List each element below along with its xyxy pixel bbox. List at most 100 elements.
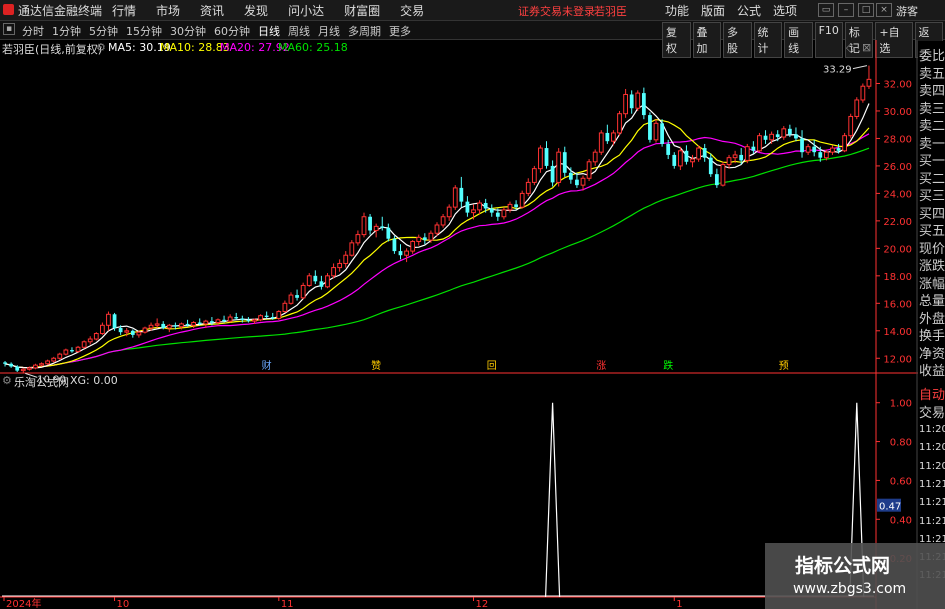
candle-body bbox=[306, 275, 312, 286]
current-value-label: 0.47 bbox=[879, 502, 901, 513]
y-tick-label: 26.00 bbox=[883, 162, 912, 173]
chart-canvas[interactable]: 12.00 14.00 16.00 18.00 20.00 22.00 24.00 26.00… bbox=[0, 0, 945, 609]
xg-signal-spike bbox=[544, 402, 561, 598]
quote-label: 买五 bbox=[919, 224, 945, 239]
candle-body bbox=[148, 324, 154, 329]
y-tick-label: 32.00 bbox=[883, 79, 912, 90]
candle-body bbox=[471, 209, 476, 214]
trade-time: 11:21 bbox=[919, 478, 945, 490]
candle-body bbox=[598, 132, 604, 153]
x-tick-label: 1 bbox=[676, 599, 682, 609]
candle-body bbox=[805, 146, 811, 153]
indicator-y-tick-label: 1.00 bbox=[890, 399, 912, 410]
quote-label: 涨幅 bbox=[919, 276, 945, 292]
candle-body bbox=[154, 323, 160, 326]
candle-body bbox=[465, 201, 470, 213]
quote-label: 卖三 bbox=[919, 101, 945, 117]
candle-body bbox=[51, 357, 57, 362]
candle-body bbox=[63, 349, 69, 355]
candle-body bbox=[130, 330, 135, 335]
candle-body bbox=[648, 115, 652, 140]
candle-body bbox=[666, 143, 671, 155]
candle-body bbox=[714, 174, 719, 186]
candle-body bbox=[161, 323, 166, 329]
candle-body bbox=[118, 328, 123, 333]
candle-body bbox=[81, 341, 87, 348]
candle-body bbox=[331, 267, 336, 277]
candle-body bbox=[854, 99, 860, 117]
candle-body bbox=[422, 237, 427, 241]
candle-body bbox=[635, 92, 641, 109]
candle-body bbox=[410, 240, 416, 252]
candle-body bbox=[830, 147, 835, 153]
candle-body bbox=[684, 150, 689, 162]
candle-body bbox=[823, 151, 829, 159]
y-tick-label: 20.00 bbox=[883, 244, 912, 255]
candle-body bbox=[677, 150, 683, 167]
candle-body bbox=[185, 323, 190, 326]
trade-time: 11:20 bbox=[919, 460, 945, 472]
candle-body bbox=[629, 94, 634, 109]
candle-body bbox=[398, 251, 403, 256]
candle-body bbox=[349, 242, 355, 256]
candle-body bbox=[769, 133, 775, 141]
candle-body bbox=[568, 172, 573, 180]
candle-body bbox=[124, 330, 130, 333]
candle-body bbox=[812, 146, 817, 153]
candle-body bbox=[489, 208, 494, 213]
candle-body bbox=[87, 338, 93, 343]
quote-label: 换手 bbox=[919, 329, 945, 344]
candle-body bbox=[611, 132, 616, 142]
quote-label: 总量 bbox=[919, 294, 945, 309]
candle-body bbox=[258, 315, 263, 321]
quote-panel: 委比 卖五 卖四 卖三 卖二 卖一 买一 买二 买三 买四 买五 现价 涨跌 涨幅 总量 外盘 换手 净资 收益 自动… bbox=[918, 41, 945, 609]
quote-label: 卖二 bbox=[919, 119, 945, 134]
candle-body bbox=[270, 317, 275, 319]
candle-body bbox=[9, 363, 14, 367]
candle-body bbox=[45, 360, 51, 365]
candle-body bbox=[866, 78, 872, 87]
candle-body bbox=[386, 227, 391, 239]
candle-body bbox=[544, 148, 549, 166]
candle-body bbox=[514, 204, 518, 208]
trade-time: 11:21 bbox=[919, 515, 945, 527]
candle-body bbox=[404, 250, 409, 256]
watermark-url: www.zbgs3.com bbox=[793, 581, 907, 597]
candle-body bbox=[173, 325, 178, 327]
candle-body bbox=[368, 216, 372, 231]
trade-time: 11:21 bbox=[919, 497, 945, 509]
candle-body bbox=[501, 209, 507, 218]
y-tick-label: 18.00 bbox=[883, 272, 912, 283]
x-tick-label: 12 bbox=[476, 599, 489, 609]
candle-body bbox=[623, 93, 628, 115]
candle-body bbox=[556, 151, 562, 183]
candle-body bbox=[361, 216, 367, 236]
y-tick-label: 30.00 bbox=[883, 107, 912, 118]
candle-body bbox=[15, 366, 20, 371]
candle-body bbox=[227, 316, 233, 322]
candle-body bbox=[732, 154, 738, 159]
candle-body bbox=[794, 134, 798, 139]
quote-label: 卖五 bbox=[919, 66, 945, 82]
trade-time: 11:20 bbox=[919, 442, 945, 454]
candle-body bbox=[166, 324, 172, 329]
candle-body bbox=[197, 322, 202, 324]
y-tick-label: 16.00 bbox=[883, 299, 912, 310]
candle-body bbox=[416, 236, 422, 242]
candle-body bbox=[210, 321, 214, 323]
candle-body bbox=[142, 327, 148, 333]
candle-body bbox=[136, 331, 142, 336]
candle-body bbox=[575, 179, 579, 186]
high-annotation: 33.29 bbox=[823, 65, 852, 76]
quote-label: 涨跌 bbox=[919, 259, 945, 274]
candle-body bbox=[744, 146, 750, 161]
candle-body bbox=[222, 319, 226, 322]
candle-body bbox=[355, 234, 361, 244]
candle-body bbox=[562, 152, 567, 173]
y-tick-label: 22.00 bbox=[883, 217, 912, 228]
candle-body bbox=[757, 135, 762, 152]
candle-body bbox=[781, 128, 787, 138]
candle-body bbox=[459, 187, 464, 202]
candle-body bbox=[337, 262, 343, 269]
low-annotation-arrow bbox=[25, 372, 38, 378]
